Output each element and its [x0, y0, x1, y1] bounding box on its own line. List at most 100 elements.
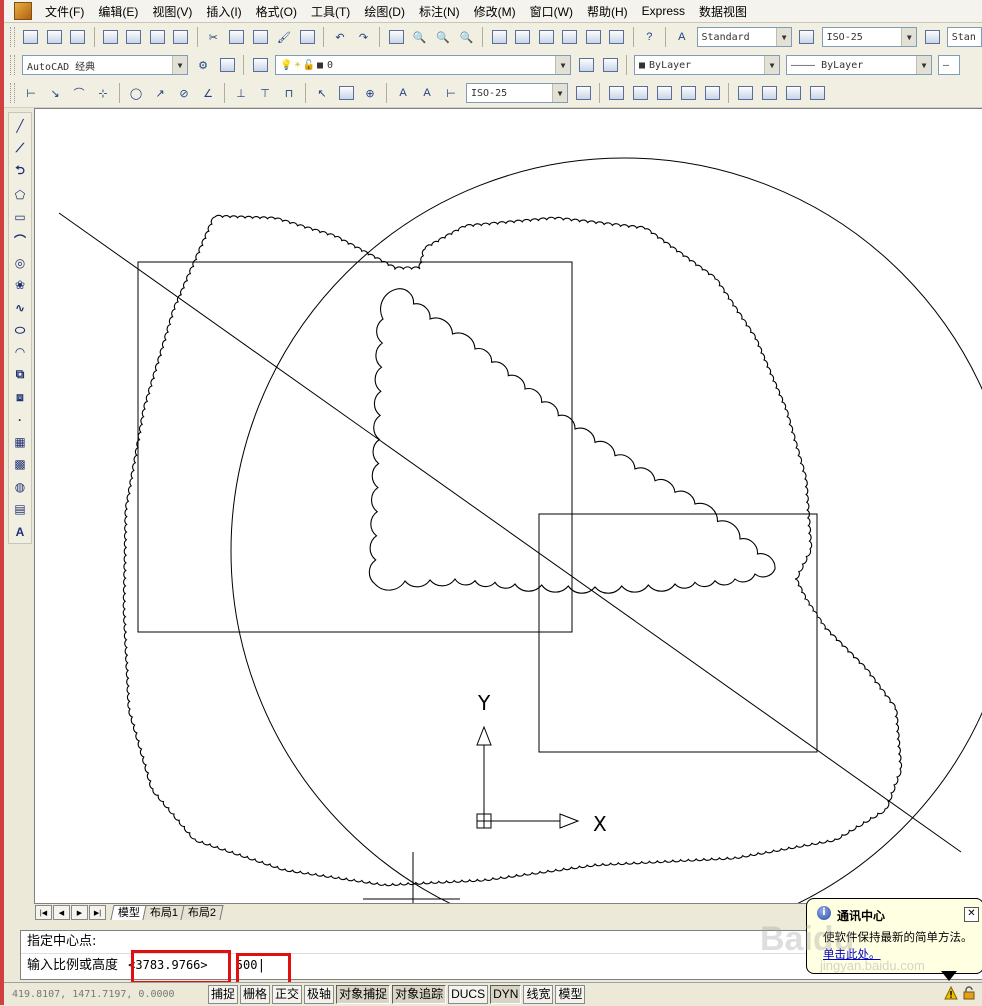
layer-tool-5-icon[interactable]	[702, 83, 722, 103]
layer-tool-1-icon[interactable]	[606, 83, 626, 103]
angular-dim-icon[interactable]: ∠	[198, 83, 218, 103]
balloon-link[interactable]: 单击此处。	[823, 946, 881, 962]
publish-icon[interactable]	[148, 27, 168, 47]
color-select[interactable]: ■ ByLayer ▼	[634, 55, 780, 75]
table-style-icon[interactable]	[922, 27, 942, 47]
menu-draw[interactable]: 绘图(D)	[357, 1, 412, 22]
zoom-window-icon[interactable]: 🔍	[433, 27, 453, 47]
print-icon[interactable]	[100, 27, 120, 47]
circle-icon[interactable]: ◎	[10, 254, 30, 272]
gradient-icon[interactable]: ▩	[10, 455, 30, 473]
menu-tools[interactable]: 工具(T)	[304, 1, 357, 22]
center-mark-icon[interactable]: ⊕	[360, 83, 380, 103]
layer-tool-7-icon[interactable]	[759, 83, 779, 103]
autocad-logo-icon[interactable]	[14, 2, 32, 20]
revision-cloud-icon[interactable]: ❀	[10, 276, 30, 294]
lock-icon[interactable]	[962, 986, 976, 1000]
quick-leader-icon[interactable]: ↖	[312, 83, 332, 103]
match-properties-icon[interactable]: 🖌	[274, 27, 294, 47]
redo-icon[interactable]: ↷	[354, 27, 374, 47]
copy-icon[interactable]	[227, 27, 247, 47]
snap-toggle[interactable]: 捕捉	[208, 985, 239, 1004]
dim-style-select[interactable]: ISO-25 ▼	[821, 27, 918, 47]
new-file-icon[interactable]	[21, 27, 41, 47]
workspace-settings-icon[interactable]: ⚙	[193, 55, 213, 75]
quick-dim-icon[interactable]: ⊥	[231, 83, 251, 103]
table-icon[interactable]: ▤	[10, 500, 30, 518]
table-style-select[interactable]: Stan	[946, 27, 982, 47]
next-tab-button[interactable]: ▶	[71, 905, 88, 920]
menu-modify[interactable]: 修改(M)	[467, 1, 523, 22]
zoom-realtime-icon[interactable]: 🔍	[410, 27, 430, 47]
menu-view[interactable]: 视图(V)	[145, 1, 199, 22]
tool-palettes-icon[interactable]	[536, 27, 556, 47]
polyline-icon[interactable]: ⮌	[10, 162, 30, 182]
prev-tab-button[interactable]: ◀	[53, 905, 70, 920]
menu-file[interactable]: 文件(F)	[38, 1, 91, 22]
workspace-select[interactable]: AutoCAD 经典 ▼	[22, 55, 188, 75]
print-preview-icon[interactable]	[124, 27, 144, 47]
markup-icon[interactable]	[583, 27, 603, 47]
menu-window[interactable]: 窗口(W)	[523, 1, 580, 22]
toolbar-grip[interactable]	[10, 27, 15, 47]
tab-layout2[interactable]: 布局2	[180, 905, 224, 920]
line-icon[interactable]: ╱	[10, 117, 30, 135]
properties-icon[interactable]	[489, 27, 509, 47]
lineweight-select[interactable]: —	[938, 55, 960, 75]
jogged-dim-icon[interactable]: ↗	[150, 83, 170, 103]
calculator-icon[interactable]	[607, 27, 627, 47]
osnap-toggle[interactable]: 对象捕捉	[336, 985, 391, 1004]
tab-layout1[interactable]: 布局1	[142, 905, 186, 920]
aligned-dim-icon[interactable]: ↘	[45, 83, 65, 103]
pan-icon[interactable]	[386, 27, 406, 47]
dim-edit-icon[interactable]: A	[393, 83, 413, 103]
menu-express[interactable]: Express	[635, 2, 692, 20]
menu-edit[interactable]: 编辑(E)	[91, 1, 145, 22]
make-block-icon[interactable]: ⧈	[10, 388, 30, 406]
layer-tool-3-icon[interactable]	[654, 83, 674, 103]
linetype-select[interactable]: ———— ByLayer ▼	[786, 55, 932, 75]
spline-icon[interactable]: ∿	[10, 298, 30, 316]
close-icon[interactable]: ✕	[964, 907, 979, 922]
zoom-previous-icon[interactable]: 🔍	[457, 27, 477, 47]
tolerance-icon[interactable]	[336, 83, 356, 103]
lineweight-toggle[interactable]: 线宽	[523, 985, 554, 1004]
menu-help[interactable]: 帮助(H)	[580, 1, 635, 22]
layer-tool-4-icon[interactable]	[678, 83, 698, 103]
ordinate-dim-icon[interactable]: ⊹	[93, 83, 113, 103]
help-icon[interactable]: ?	[639, 27, 659, 47]
dim-text-edit-icon[interactable]: A	[417, 83, 437, 103]
linear-dim-icon[interactable]: ⊢	[21, 83, 41, 103]
arc-icon[interactable]: ⌒	[10, 231, 30, 250]
layer-tool-8-icon[interactable]	[783, 83, 803, 103]
point-icon[interactable]: ·	[10, 410, 30, 428]
layer-manager-icon[interactable]	[250, 55, 270, 75]
first-tab-button[interactable]: |◀	[35, 905, 52, 920]
layer-previous-icon[interactable]	[600, 55, 620, 75]
ellipse-arc-icon[interactable]: ◠	[10, 343, 30, 361]
ducs-toggle[interactable]: DUCS	[448, 985, 489, 1004]
construction-line-icon[interactable]: ⟋	[10, 139, 30, 157]
text-style-icon[interactable]: A	[672, 27, 692, 47]
hatch-icon[interactable]: ▦	[10, 433, 30, 451]
last-tab-button[interactable]: ▶|	[89, 905, 106, 920]
polygon-icon[interactable]: ⬠	[10, 186, 30, 204]
sheet-set-icon[interactable]	[560, 27, 580, 47]
otrack-toggle[interactable]: 对象追踪	[392, 985, 447, 1004]
text-style-select[interactable]: Standard ▼	[696, 27, 793, 47]
menu-insert[interactable]: 插入(I)	[199, 1, 248, 22]
menu-data-view[interactable]: 数据视图	[692, 1, 754, 22]
warning-icon[interactable]	[944, 986, 958, 1000]
block-editor-icon[interactable]	[298, 27, 318, 47]
drawing-canvas[interactable]: Y X	[34, 108, 982, 904]
layer-tool-9-icon[interactable]	[807, 83, 827, 103]
dim-style-select-2[interactable]: ISO-25 ▼	[466, 83, 568, 103]
rectangle-icon[interactable]: ▭	[10, 208, 30, 226]
layer-select[interactable]: 💡 ☀ 🔓 ■ 0 ▼	[275, 55, 571, 75]
ellipse-icon[interactable]: ⬭	[10, 321, 30, 339]
model-toggle[interactable]: 模型	[555, 985, 586, 1004]
design-center-icon[interactable]	[513, 27, 533, 47]
grid-toggle[interactable]: 栅格	[240, 985, 271, 1004]
save-icon[interactable]	[68, 27, 88, 47]
make-layer-current-icon[interactable]	[576, 55, 596, 75]
